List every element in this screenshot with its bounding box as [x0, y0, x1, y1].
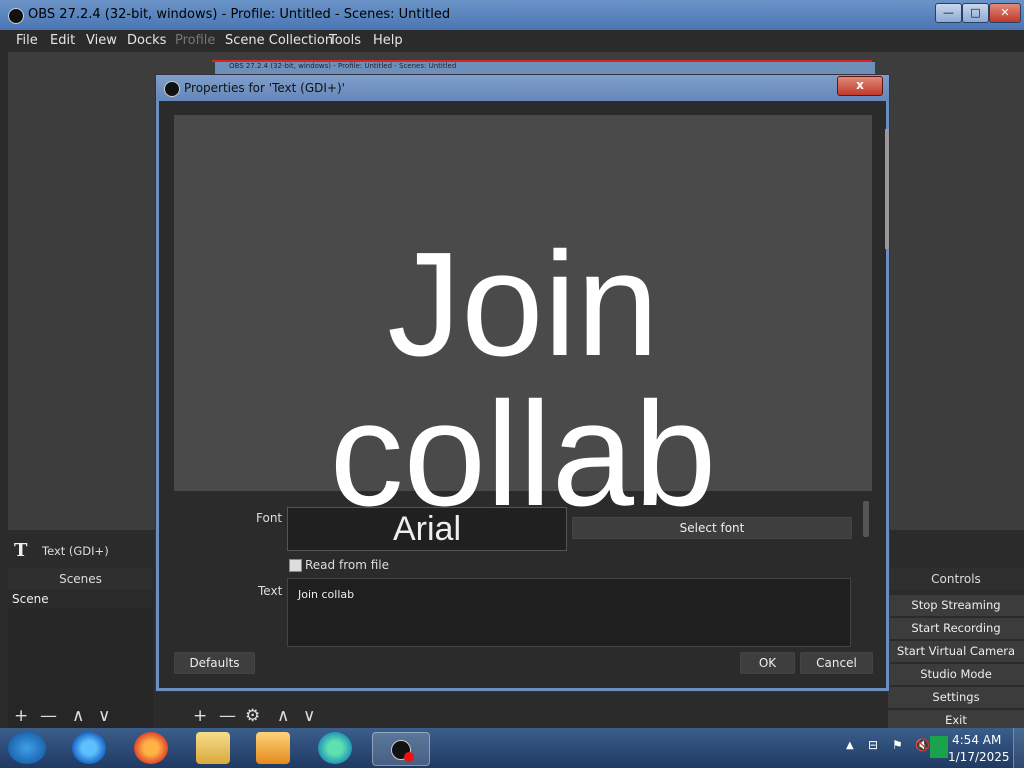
- text-input-value: Join collab: [298, 588, 355, 601]
- start-recording-button[interactable]: Start Recording: [888, 617, 1024, 639]
- clock-date[interactable]: 1/17/2025: [948, 750, 1010, 764]
- close-button[interactable]: ✕: [989, 3, 1021, 23]
- move-scene-up-icon[interactable]: ∧: [72, 706, 84, 726]
- show-desktop-button[interactable]: [1013, 728, 1024, 768]
- move-scene-down-icon[interactable]: ∨: [98, 706, 110, 726]
- exit-button[interactable]: Exit: [888, 709, 1024, 729]
- menu-edit[interactable]: Edit: [50, 33, 75, 48]
- font-display: Arial: [287, 507, 567, 551]
- select-font-button[interactable]: Select font: [572, 517, 852, 539]
- menu-help[interactable]: Help: [373, 33, 403, 48]
- source-label[interactable]: Text (GDI+): [42, 544, 109, 558]
- text-preview: Join collab: [174, 115, 872, 530]
- studio-mode-button[interactable]: Studio Mode: [888, 663, 1024, 685]
- scenes-header: Scenes: [8, 568, 153, 590]
- move-source-up-icon[interactable]: ∧: [277, 706, 289, 726]
- menu-tools[interactable]: Tools: [329, 33, 361, 48]
- dialog-body: Join collab Font Arial Select font Read …: [159, 101, 889, 688]
- windows-start-icon[interactable]: [8, 732, 46, 764]
- defaults-button[interactable]: Defaults: [174, 652, 255, 674]
- text-input[interactable]: Join collab: [287, 578, 851, 647]
- capture-bounds-line: [212, 60, 872, 62]
- menu-file[interactable]: File: [16, 33, 38, 48]
- minimize-button[interactable]: —: [935, 3, 962, 23]
- recording-indicator-icon: [404, 752, 414, 762]
- internet-explorer-icon[interactable]: [72, 732, 106, 764]
- add-scene-icon[interactable]: +: [14, 706, 28, 726]
- dialog-title-bar: Properties for 'Text (GDI+)' x: [156, 75, 889, 101]
- dialog-scrollbar[interactable]: [885, 129, 889, 249]
- obs-taskbar-button[interactable]: [372, 732, 430, 766]
- preview-text: Join collab: [329, 222, 717, 537]
- remove-scene-icon[interactable]: —: [40, 706, 57, 726]
- volume-muted-icon[interactable]: 🔇: [915, 738, 930, 752]
- dialog-close-button[interactable]: x: [837, 76, 883, 96]
- stop-streaming-button[interactable]: Stop Streaming: [888, 594, 1024, 616]
- edge-icon[interactable]: [318, 732, 352, 764]
- remove-source-icon[interactable]: —: [219, 706, 236, 726]
- main-title-bar: OBS 27.2.4 (32-bit, windows) - Profile: …: [0, 0, 1024, 30]
- maximize-button[interactable]: □: [962, 3, 989, 23]
- read-from-file-checkbox[interactable]: [289, 559, 302, 572]
- clock-time[interactable]: 4:54 AM: [952, 733, 1001, 747]
- add-source-icon[interactable]: +: [193, 706, 207, 726]
- move-source-down-icon[interactable]: ∨: [303, 706, 315, 726]
- menu-profile[interactable]: Profile: [175, 33, 215, 48]
- text-source-icon: T: [14, 540, 28, 561]
- window-title: OBS 27.2.4 (32-bit, windows) - Profile: …: [28, 7, 451, 22]
- properties-dialog: Properties for 'Text (GDI+)' x Join coll…: [155, 74, 890, 692]
- properties-scrollbar[interactable]: [863, 501, 869, 537]
- font-label: Font: [256, 511, 283, 525]
- menu-scene-collection[interactable]: Scene Collection: [225, 33, 333, 48]
- app-tray-icon[interactable]: [930, 736, 948, 758]
- menu-bar: File Edit View Docks Profile Scene Colle…: [8, 30, 1024, 52]
- firefox-icon[interactable]: [134, 732, 168, 764]
- file-explorer-icon[interactable]: [196, 732, 230, 764]
- inner-window-title: OBS 27.2.4 (32-bit, windows) - Profile: …: [229, 62, 457, 70]
- taskbar: ▲ ⊟ ⚑ 🔇 4:54 AM 1/17/2025: [0, 728, 1024, 768]
- source-bar: T Text (GDI+): [8, 538, 153, 566]
- text-label: Text: [258, 584, 283, 598]
- action-center-icon[interactable]: ⚑: [892, 738, 903, 752]
- cancel-button[interactable]: Cancel: [800, 652, 873, 674]
- read-from-file-label: Read from file: [305, 558, 389, 572]
- controls-header: Controls: [888, 568, 1024, 590]
- tray-expand-icon[interactable]: ▲: [846, 740, 854, 751]
- network-icon[interactable]: ⊟: [868, 738, 878, 752]
- inner-window-title-bar: OBS 27.2.4 (32-bit, windows) - Profile: …: [215, 62, 875, 74]
- source-settings-icon[interactable]: ⚙: [245, 706, 260, 726]
- menu-docks[interactable]: Docks: [127, 33, 166, 48]
- settings-button[interactable]: Settings: [888, 686, 1024, 708]
- obs-logo-icon: [8, 8, 24, 24]
- scenes-dock: Scenes Scene: [8, 568, 157, 728]
- obs-logo-icon: [164, 81, 180, 97]
- ok-button[interactable]: OK: [740, 652, 795, 674]
- dialog-title: Properties for 'Text (GDI+)': [184, 81, 345, 95]
- scene-item[interactable]: Scene: [8, 590, 157, 608]
- media-player-icon[interactable]: [256, 732, 290, 764]
- menu-view[interactable]: View: [86, 33, 117, 48]
- start-virtual-camera-button[interactable]: Start Virtual Camera: [888, 640, 1024, 662]
